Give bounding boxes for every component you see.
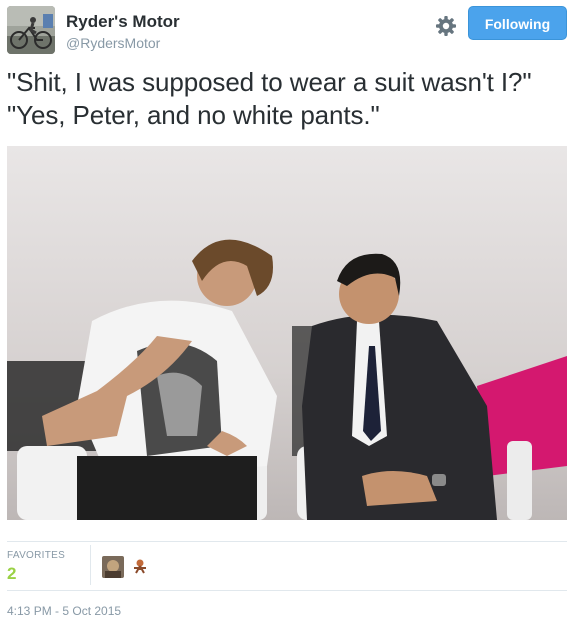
favoriter-avatar[interactable] xyxy=(102,556,124,578)
tweet-timestamp[interactable]: 4:13 PM - 5 Oct 2015 xyxy=(7,604,121,618)
divider-bottom xyxy=(7,590,567,591)
favorites-label: FAVORITES xyxy=(7,550,66,561)
following-button[interactable]: Following xyxy=(468,6,567,40)
tweet-stats: FAVORITES 2 xyxy=(7,542,567,590)
tweet-header: Ryder's Motor @RydersMotor Following xyxy=(0,0,578,62)
author-handle[interactable]: @RydersMotor xyxy=(66,35,160,51)
tweet-photo[interactable] xyxy=(7,146,567,520)
photo-image xyxy=(7,146,567,520)
author-avatar[interactable] xyxy=(7,6,55,54)
author-name[interactable]: Ryder's Motor xyxy=(66,12,180,32)
gear-icon[interactable] xyxy=(434,14,458,38)
favorites-count[interactable]: 2 xyxy=(7,564,16,584)
tweet-text: "Shit, I was supposed to wear a suit was… xyxy=(7,67,532,130)
favoriter-avatar[interactable] xyxy=(129,556,151,578)
avatar-image xyxy=(7,6,55,54)
stats-separator xyxy=(90,545,91,585)
